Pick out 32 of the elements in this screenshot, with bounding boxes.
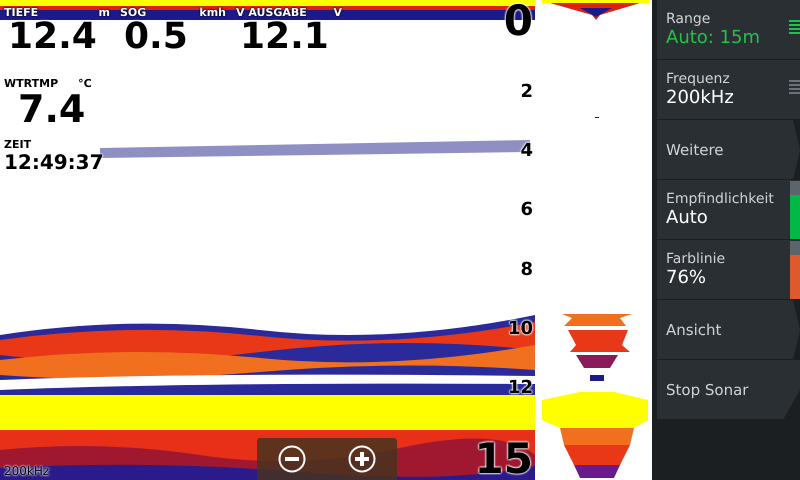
depth-label: 2 (520, 83, 533, 102)
frequency-label: 200kHz (4, 464, 50, 478)
depth-label: 10 (508, 320, 533, 338)
field-unit: m (98, 6, 110, 19)
field-unit: °C (78, 77, 92, 90)
field-value: 12:49:37 (4, 151, 104, 173)
menu-item[interactable]: Empfindlichkeit Auto (657, 180, 800, 240)
menu-item[interactable]: Frequenz 200kHz (657, 60, 800, 120)
menu-item[interactable]: Stop Sonar (657, 360, 800, 420)
field-unit: kmh (199, 6, 226, 19)
depth-label: 15 (474, 438, 533, 480)
depth-label: 8 (520, 260, 533, 279)
submenu-item[interactable]: Ansicht (657, 300, 800, 360)
field-value: 12.4 (8, 19, 98, 55)
menu-item[interactable]: Farblinie 76% (657, 240, 800, 300)
zoom-in-button[interactable] (347, 444, 377, 474)
submenu-item[interactable]: Weitere (657, 120, 800, 180)
depth-label: 6 (520, 201, 533, 220)
field-label: ZEIT (4, 138, 32, 151)
field-value: 7.4 (18, 90, 86, 128)
level-bar (790, 241, 800, 299)
level-bar (790, 181, 800, 239)
field-label: SOG (120, 6, 146, 19)
field-value: 0.5 (124, 19, 189, 55)
field-value: 12.1 (240, 19, 330, 55)
menu-item[interactable]: Range Auto: 15m (657, 0, 800, 60)
field-label: V AUSGABE (236, 6, 307, 19)
field-label: WTRTMP (4, 77, 58, 90)
zoom-out-button[interactable] (277, 444, 307, 474)
field-label: TIEFE (4, 6, 38, 19)
depth-label: 4 (520, 142, 533, 160)
field-unit: V (333, 6, 342, 19)
